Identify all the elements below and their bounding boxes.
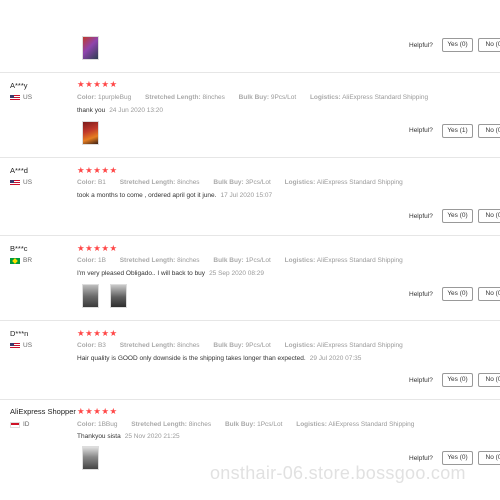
rating-stars: ★★★★★	[77, 165, 118, 175]
review-date: 25 Nov 2020 21:25	[124, 433, 180, 440]
reviewer-country: ID	[10, 421, 30, 428]
id-flag-icon	[10, 421, 20, 428]
review-photo-thumbnail[interactable]	[110, 284, 127, 308]
review-date: 24 Jun 2020 13:20	[109, 107, 164, 114]
helpful-no-button[interactable]: No (0	[478, 451, 500, 465]
helpful-no-button[interactable]: No (0	[478, 38, 500, 52]
country-code: US	[23, 179, 33, 186]
review-photo-thumbnail[interactable]	[82, 284, 99, 308]
review-text: I'm very pleased Obligado.. I will back …	[77, 270, 265, 277]
rating-stars: ★★★★★	[77, 243, 118, 253]
reviewer-country: US	[10, 342, 32, 349]
us-flag-icon	[10, 94, 20, 101]
review-text: took a months to come , ordered april go…	[77, 192, 273, 199]
helpful-no-button[interactable]: No (0	[478, 373, 500, 387]
helpful-no-button[interactable]: No (0	[478, 209, 500, 223]
helpful-label: Helpful?	[409, 127, 433, 134]
product-attributes: Color: 1purpleBug Stretched Length: 8inc…	[77, 94, 429, 101]
review-date: 17 Jul 2020 15:07	[220, 192, 273, 199]
helpful-label: Helpful?	[409, 291, 433, 298]
helpful-label: Helpful?	[409, 213, 433, 220]
review-text: Hair quality is GOOD only downside is th…	[77, 355, 362, 362]
reviewer-country: US	[10, 179, 32, 186]
reviewer-name: B***c	[10, 244, 28, 253]
country-code: US	[23, 94, 33, 101]
review-divider	[0, 399, 500, 400]
rating-stars: ★★★★★	[77, 406, 118, 416]
review-date: 29 Jul 2020 07:35	[309, 355, 362, 362]
helpful-yes-button[interactable]: Yes (0)	[442, 38, 473, 52]
site-watermark: onsthair-06.store.bossgoo.com	[210, 463, 466, 483]
helpful-yes-button[interactable]: Yes (0)	[442, 287, 473, 301]
product-attributes: Color: B3 Stretched Length: 8inches Bulk…	[77, 342, 403, 349]
country-code: BR	[23, 257, 33, 264]
review-text: thank you 24 Jun 2020 13:20	[77, 107, 164, 114]
br-flag-icon	[10, 257, 20, 264]
reviewer-name: A***y	[10, 81, 28, 90]
product-attributes: Color: 1B Stretched Length: 8inches Bulk…	[77, 257, 403, 264]
review-text: Thankyou sista 25 Nov 2020 21:25	[77, 433, 180, 440]
helpful-label: Helpful?	[409, 455, 433, 462]
product-attributes: Color: B1 Stretched Length: 8inches Bulk…	[77, 179, 403, 186]
reviewer-name: AliExpress Shopper	[10, 407, 76, 416]
helpful-label: Helpful?	[409, 42, 433, 49]
rating-stars: ★★★★★	[77, 328, 118, 338]
review-divider	[0, 320, 500, 321]
reviewer-country: BR	[10, 257, 32, 264]
review-photo-thumbnail[interactable]	[82, 446, 99, 470]
product-attributes: Color: 1BBug Stretched Length: 8inches B…	[77, 421, 415, 428]
reviewer-name: A***d	[10, 166, 28, 175]
country-code: US	[23, 342, 33, 349]
helpful-no-button[interactable]: No (0	[478, 124, 500, 138]
review-date: 25 Sep 2020 08:29	[209, 270, 265, 277]
helpful-yes-button[interactable]: Yes (1)	[442, 124, 473, 138]
rating-stars: ★★★★★	[77, 79, 118, 89]
reviewer-country: US	[10, 94, 32, 101]
country-code: ID	[23, 421, 30, 428]
reviewer-name: D***n	[10, 329, 29, 338]
review-divider	[0, 72, 500, 73]
helpful-yes-button[interactable]: Yes (0)	[442, 373, 473, 387]
review-photo-thumbnail[interactable]	[82, 121, 99, 145]
review-divider	[0, 235, 500, 236]
helpful-yes-button[interactable]: Yes (0)	[442, 209, 473, 223]
us-flag-icon	[10, 179, 20, 186]
helpful-no-button[interactable]: No (0	[478, 287, 500, 301]
review-divider	[0, 157, 500, 158]
us-flag-icon	[10, 342, 20, 349]
helpful-label: Helpful?	[409, 377, 433, 384]
review-photo-thumbnail[interactable]	[82, 36, 99, 60]
